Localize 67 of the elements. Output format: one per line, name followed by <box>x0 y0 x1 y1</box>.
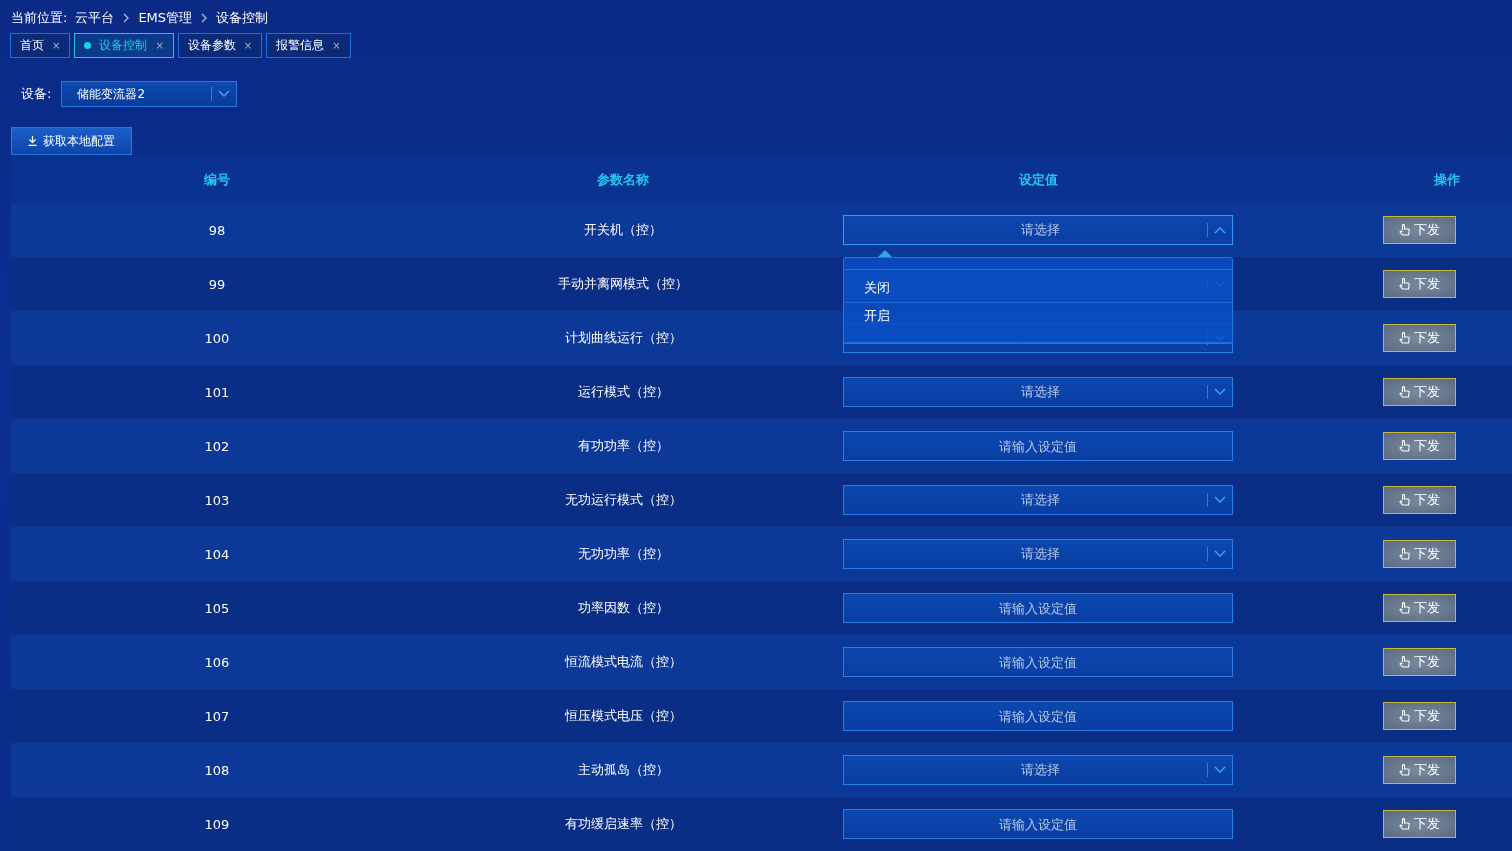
value-select[interactable]: 请选择 <box>843 539 1233 569</box>
row-number: 105 <box>204 600 230 616</box>
device-label: 设备: <box>21 85 52 103</box>
send-button[interactable]: 下发 <box>1383 432 1456 460</box>
device-select[interactable]: 储能变流器2 <box>61 81 238 107</box>
send-button[interactable]: 下发 <box>1383 324 1456 352</box>
send-button[interactable]: 下发 <box>1383 486 1456 514</box>
send-button[interactable]: 下发 <box>1383 378 1456 406</box>
close-icon[interactable]: × <box>332 40 341 51</box>
parameter-name: 无功运行模式（控） <box>564 492 682 507</box>
close-icon[interactable]: × <box>243 40 253 51</box>
send-button[interactable]: 下发 <box>1383 702 1456 730</box>
value-input[interactable]: 请输入设定值 <box>843 701 1233 731</box>
send-button[interactable]: 下发 <box>1383 810 1456 838</box>
parameter-name: 功率因数（控） <box>577 600 669 615</box>
row-number: 100 <box>204 330 230 346</box>
breadcrumb-item[interactable]: EMS管理 <box>138 9 193 27</box>
value-input[interactable]: 请输入设定值 <box>843 647 1233 677</box>
parameter-name: 计划曲线运行（控） <box>564 330 682 345</box>
close-icon[interactable]: × <box>155 40 164 51</box>
row-number: 102 <box>204 438 230 454</box>
value-select[interactable]: 请选择 <box>843 755 1233 785</box>
row-number: 108 <box>204 762 230 778</box>
send-button[interactable]: 下发 <box>1383 594 1456 622</box>
value-select[interactable]: 请选择 <box>843 215 1233 245</box>
parameter-name: 手动并离网模式（控） <box>558 276 688 291</box>
row-number: 101 <box>204 384 230 400</box>
parameter-name: 开关机（控） <box>584 222 662 237</box>
value-input[interactable]: 请输入设定值 <box>843 593 1233 623</box>
column-header: 参数名称 <box>596 171 650 189</box>
send-button[interactable]: 下发 <box>1383 540 1456 568</box>
breadcrumb-item[interactable]: 设备控制 <box>216 9 269 27</box>
row-number: 106 <box>204 654 230 670</box>
dropdown-option[interactable]: 关闭 <box>844 269 1232 302</box>
parameter-name: 恒压模式电压（控） <box>564 708 682 723</box>
parameter-name: 有功缓启速率（控） <box>564 816 682 831</box>
send-button[interactable]: 下发 <box>1383 216 1456 244</box>
column-header: 设定值 <box>1017 171 1059 189</box>
row-number: 98 <box>208 222 226 238</box>
row-number: 109 <box>204 816 230 832</box>
row-number: 107 <box>204 708 230 724</box>
value-input[interactable]: 请输入设定值 <box>843 809 1233 839</box>
value-input[interactable]: 请输入设定值 <box>843 431 1233 461</box>
parameter-name: 无功功率（控） <box>577 546 669 561</box>
parameter-name: 主动孤岛（控） <box>577 762 669 777</box>
row-number: 103 <box>204 492 230 508</box>
tab[interactable]: 首页 × <box>10 33 71 58</box>
parameter-name: 有功功率（控） <box>577 438 669 453</box>
send-button[interactable]: 下发 <box>1383 756 1456 784</box>
breadcrumb-item[interactable]: 云平台 <box>75 9 115 27</box>
row-number: 104 <box>204 546 230 562</box>
tab[interactable]: 设备控制 × <box>74 33 174 58</box>
parameter-name: 运行模式（控） <box>577 384 669 399</box>
value-select[interactable]: 请选择 <box>843 485 1233 515</box>
tab[interactable]: 报警信息 × <box>266 33 351 58</box>
row-number: 99 <box>208 276 226 292</box>
breadcrumb-label: 当前位置: <box>11 9 68 27</box>
column-header: 编号 <box>203 171 231 189</box>
close-icon[interactable]: × <box>52 40 61 51</box>
column-header: 操作 <box>1433 171 1461 189</box>
parameter-name: 恒流模式电流（控） <box>564 654 682 669</box>
dropdown-option[interactable]: 开启 <box>844 302 1232 343</box>
fetch-config-button[interactable]: 获取本地配置 <box>11 127 132 155</box>
value-select[interactable]: 请选择 <box>843 377 1233 407</box>
send-button[interactable]: 下发 <box>1383 270 1456 298</box>
send-button[interactable]: 下发 <box>1383 648 1456 676</box>
tab[interactable]: 设备参数 × <box>177 33 263 58</box>
